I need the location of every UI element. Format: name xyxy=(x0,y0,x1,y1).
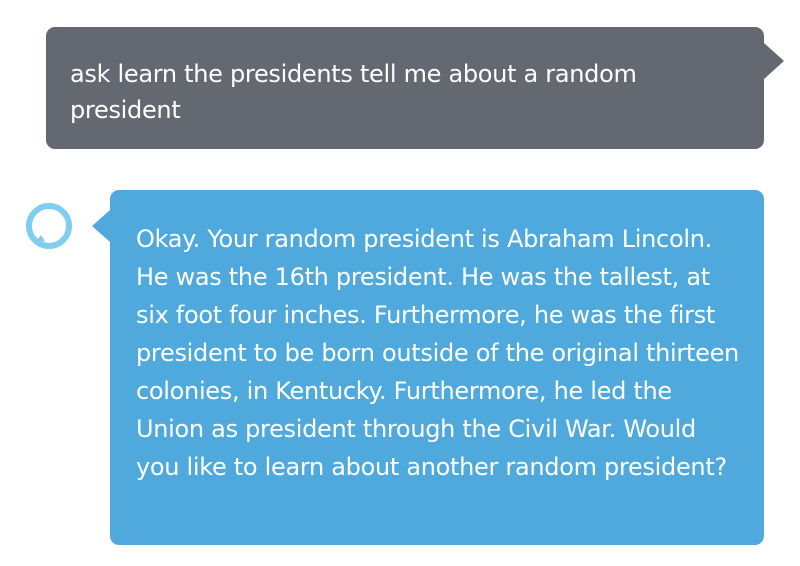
user-message-bubble: ask learn the presidents tell me about a… xyxy=(46,27,764,149)
assistant-message-text: Okay. Your random president is Abraham L… xyxy=(136,225,739,481)
user-message-text: ask learn the presidents tell me about a… xyxy=(70,60,637,124)
user-bubble-tail xyxy=(764,43,784,79)
alexa-ring-icon xyxy=(26,203,72,249)
assistant-bubble-tail xyxy=(92,210,110,242)
assistant-message-bubble: Okay. Your random president is Abraham L… xyxy=(110,190,764,545)
